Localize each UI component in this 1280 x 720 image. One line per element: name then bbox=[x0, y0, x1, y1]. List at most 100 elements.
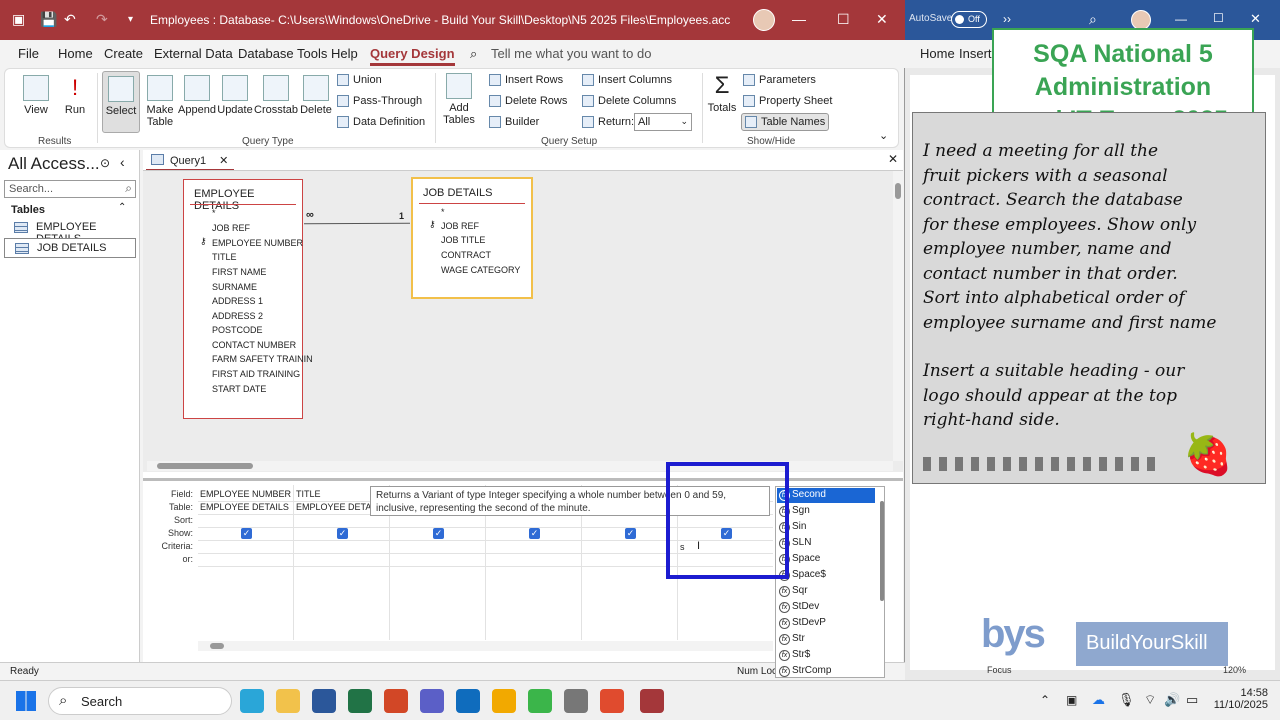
save-icon[interactable]: 💾 bbox=[40, 11, 57, 28]
taskbar-clock[interactable]: 14:58 11/10/2025 bbox=[1208, 687, 1268, 711]
parameters-button[interactable]: Parameters bbox=[743, 74, 816, 87]
autosave-toggle[interactable]: Off bbox=[951, 11, 987, 28]
maximize-icon[interactable]: ☐ bbox=[837, 11, 850, 28]
nav-item-employee-details[interactable]: EMPLOYEE DETAILS bbox=[4, 218, 136, 245]
nav-section-tables[interactable]: Tables bbox=[11, 204, 45, 216]
select-query-button[interactable]: Select bbox=[102, 71, 140, 133]
customize-toolbar-icon[interactable]: ▾ bbox=[128, 14, 133, 25]
more-chevron-icon[interactable]: ›› bbox=[1003, 12, 1011, 26]
teams-icon[interactable] bbox=[420, 689, 444, 713]
insert-columns-button[interactable]: Insert Columns bbox=[582, 74, 672, 87]
field-item[interactable]: ADDRESS 2 bbox=[212, 311, 263, 321]
make-table-button[interactable]: Make Table bbox=[142, 75, 178, 128]
field-item[interactable]: JOB REF bbox=[441, 221, 479, 231]
microphone-icon[interactable]: 🎙 bbox=[1118, 692, 1135, 708]
close-icon[interactable]: ✕ bbox=[876, 11, 888, 28]
autocomplete-item[interactable]: fx Sqr bbox=[777, 584, 875, 599]
autocomplete-item[interactable]: fx StrComp bbox=[777, 664, 875, 677]
onedrive-icon[interactable]: ☁ bbox=[1092, 692, 1105, 708]
builder-button[interactable]: Builder bbox=[489, 116, 539, 129]
show-checkbox[interactable]: ✓ bbox=[241, 528, 252, 539]
battery-icon[interactable]: ▭ bbox=[1186, 692, 1198, 708]
field-item[interactable]: CONTRACT bbox=[441, 250, 491, 260]
minimize-icon[interactable]: — bbox=[792, 11, 806, 27]
maximize-icon[interactable]: ☐ bbox=[1213, 11, 1224, 25]
field-item[interactable]: WAGE CATEGORY bbox=[441, 265, 520, 275]
delete-columns-button[interactable]: Delete Columns bbox=[582, 95, 676, 108]
notification-app-icon[interactable]: ▣ bbox=[1066, 693, 1077, 707]
relationship-line[interactable] bbox=[303, 222, 411, 225]
design-vertical-scrollbar[interactable] bbox=[893, 171, 903, 461]
close-icon[interactable]: ✕ bbox=[1250, 11, 1261, 27]
field-item[interactable]: TITLE bbox=[212, 252, 237, 262]
field-item[interactable]: START DATE bbox=[212, 384, 266, 394]
camtasia-icon[interactable] bbox=[528, 689, 552, 713]
menu-external-data[interactable]: External Data bbox=[154, 46, 233, 61]
show-checkbox[interactable]: ✓ bbox=[337, 528, 348, 539]
power-bi-icon[interactable] bbox=[492, 689, 516, 713]
grid-field-cell[interactable]: EMPLOYEE NUMBER bbox=[200, 489, 291, 499]
windows-start-icon[interactable] bbox=[16, 691, 36, 711]
undo-icon[interactable]: ↶ bbox=[64, 11, 76, 28]
user-avatar[interactable] bbox=[753, 9, 775, 31]
scroll-thumb[interactable] bbox=[895, 183, 901, 199]
menu-home[interactable]: Home bbox=[58, 46, 93, 61]
property-sheet-button[interactable]: Property Sheet bbox=[743, 95, 832, 108]
employee-details-table[interactable]: EMPLOYEE DETAILS * JOB REF ⚷ EMPLOYEE NU… bbox=[183, 179, 313, 419]
autocomplete-item[interactable]: fx Space bbox=[777, 552, 875, 567]
data-definition-button[interactable]: Data Definition bbox=[337, 116, 425, 129]
search-icon[interactable]: ⌕ bbox=[1089, 11, 1097, 28]
delete-query-button[interactable]: Delete bbox=[298, 75, 334, 116]
menu-query-design[interactable]: Query Design bbox=[370, 46, 455, 66]
excel-icon[interactable] bbox=[348, 689, 372, 713]
field-item[interactable]: FIRST AID TRAINING bbox=[212, 369, 300, 379]
tab-query1[interactable]: Query1 ✕ bbox=[146, 151, 235, 171]
collapse-ribbon-icon[interactable]: ⌄ bbox=[879, 129, 888, 142]
snipping-tool-icon[interactable] bbox=[564, 689, 588, 713]
table-names-button[interactable]: Table Names bbox=[741, 113, 830, 132]
autocomplete-item[interactable]: fx Sin bbox=[777, 520, 875, 535]
grid-field-cell[interactable]: TITLE bbox=[296, 489, 321, 499]
chevron-up-icon[interactable]: ⌃ bbox=[118, 202, 126, 213]
field-item[interactable]: JOB TITLE bbox=[441, 235, 485, 245]
menu-help[interactable]: Help bbox=[331, 46, 358, 61]
return-dropdown[interactable]: All ⌄ bbox=[634, 113, 692, 131]
field-item[interactable]: * bbox=[212, 208, 216, 218]
word-menu-insert[interactable]: Insert bbox=[959, 46, 992, 61]
edge-icon[interactable] bbox=[240, 689, 264, 713]
autocomplete-item[interactable]: fx StDev bbox=[777, 600, 875, 615]
word-menu-home[interactable]: Home bbox=[920, 46, 955, 61]
crosstab-button[interactable]: Crosstab bbox=[254, 75, 298, 116]
wifi-icon[interactable]: ⌔ bbox=[1144, 692, 1156, 708]
totals-button[interactable]: Σ Totals bbox=[705, 73, 739, 115]
autocomplete-item[interactable]: fx SLN bbox=[777, 536, 875, 551]
field-item[interactable]: FARM SAFETY TRAININ bbox=[212, 354, 313, 364]
nav-search-input[interactable]: Search... ⌕ bbox=[4, 180, 136, 198]
menu-file[interactable]: File bbox=[18, 46, 39, 61]
function-autocomplete-list[interactable]: fx Second fx Sgn fx Sin fx SLN fx Space fx Spa… bbox=[775, 486, 885, 678]
minimize-icon[interactable]: — bbox=[1175, 12, 1187, 26]
volume-icon[interactable]: 🔊 bbox=[1164, 692, 1180, 708]
taskbar-search[interactable]: ⌕ Search bbox=[48, 687, 232, 715]
delete-rows-button[interactable]: Delete Rows bbox=[489, 95, 567, 108]
close-query-icon[interactable]: ✕ bbox=[888, 152, 898, 166]
powerpoint-icon[interactable] bbox=[384, 689, 408, 713]
update-button[interactable]: Update bbox=[216, 75, 254, 116]
autocomplete-item[interactable]: fx Str bbox=[777, 632, 875, 647]
autocomplete-scroll-thumb[interactable] bbox=[880, 501, 884, 601]
grid-horizontal-scrollbar[interactable] bbox=[198, 641, 773, 651]
menu-create[interactable]: Create bbox=[104, 46, 143, 61]
file-explorer-icon[interactable] bbox=[276, 689, 300, 713]
scroll-thumb[interactable] bbox=[157, 463, 253, 469]
nav-menu-chevron-icon[interactable]: ⊙ bbox=[100, 156, 110, 170]
collapse-nav-icon[interactable]: ‹ bbox=[120, 154, 125, 170]
menu-database-tools[interactable]: Database Tools bbox=[238, 46, 327, 61]
show-checkbox[interactable]: ✓ bbox=[529, 528, 540, 539]
field-item[interactable]: ADDRESS 1 bbox=[212, 296, 263, 306]
pass-through-button[interactable]: Pass-Through bbox=[337, 95, 422, 108]
field-item[interactable]: JOB REF bbox=[212, 223, 250, 233]
autocomplete-item[interactable]: fx Space$ bbox=[777, 568, 875, 583]
field-item[interactable]: FIRST NAME bbox=[212, 267, 266, 277]
append-button[interactable]: Append bbox=[178, 75, 216, 116]
field-item[interactable]: CONTACT NUMBER bbox=[212, 340, 296, 350]
